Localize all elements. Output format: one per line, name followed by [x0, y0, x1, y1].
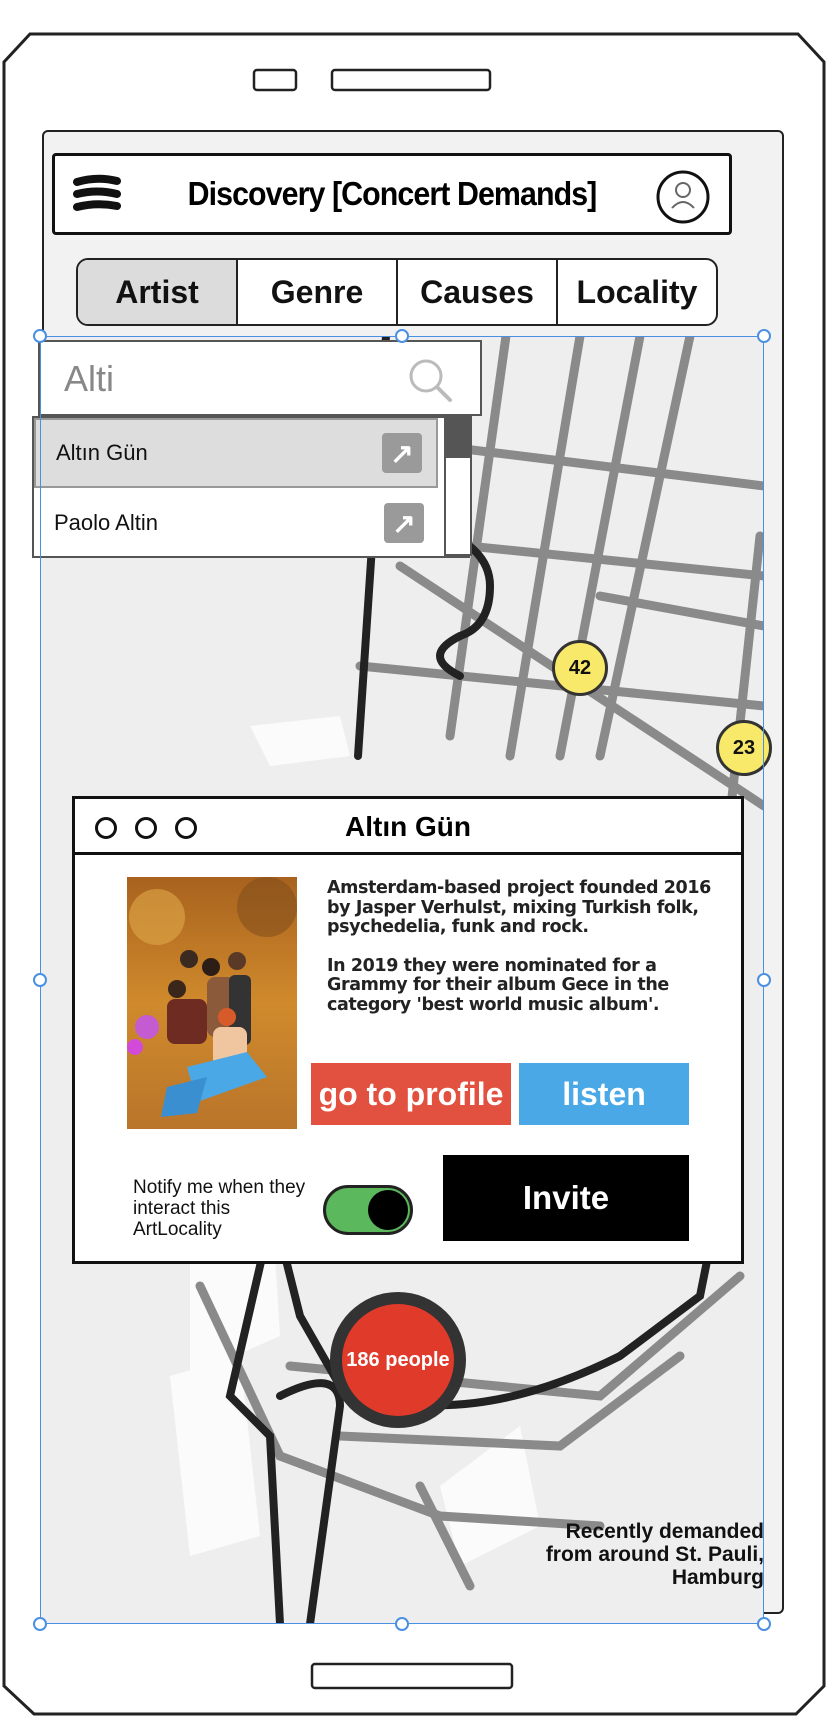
tab-causes[interactable]: Causes — [398, 260, 558, 324]
map-selection-frame — [40, 336, 764, 1624]
tab-genre[interactable]: Genre — [238, 260, 398, 324]
page-title: Discovery [Concert Demands] — [187, 175, 598, 212]
app-header: Discovery [Concert Demands] — [52, 153, 732, 235]
resize-handle[interactable] — [395, 329, 409, 343]
tab-locality[interactable]: Locality — [558, 260, 716, 324]
resize-handle[interactable] — [757, 1617, 771, 1631]
user-avatar-icon[interactable] — [655, 168, 711, 224]
resize-handle[interactable] — [33, 973, 47, 987]
resize-handle[interactable] — [757, 973, 771, 987]
resize-handle[interactable] — [395, 1617, 409, 1631]
resize-handle[interactable] — [33, 1617, 47, 1631]
tab-artist[interactable]: Artist — [78, 260, 238, 324]
resize-handle[interactable] — [33, 329, 47, 343]
hamburger-icon[interactable] — [73, 174, 123, 214]
resize-handle[interactable] — [757, 329, 771, 343]
filter-tabs: Artist Genre Causes Locality — [76, 258, 718, 326]
